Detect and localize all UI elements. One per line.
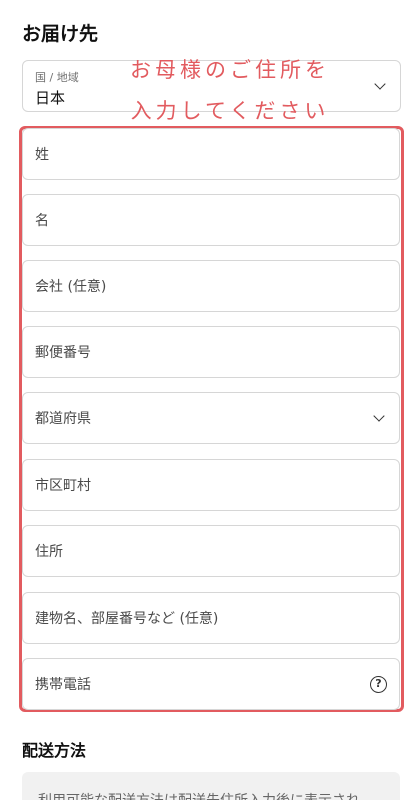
phone-placeholder: 携帯電話 [35,677,91,693]
company-placeholder: 会社 (任意) [35,279,107,295]
country-select[interactable]: 国 / 地域 日本 [22,60,401,112]
phone-field[interactable]: 携帯電話 ? [22,658,400,710]
building-field[interactable]: 建物名、部屋番号など (任意) [22,592,400,644]
prefecture-placeholder: 都道府県 [35,411,91,427]
last-name-field[interactable]: 姓 [22,128,400,180]
country-value: 日本 [35,89,66,107]
shipping-section-title: 配送方法 [22,741,87,760]
company-field[interactable]: 会社 (任意) [22,260,400,312]
first-name-field[interactable]: 名 [22,194,400,246]
address-field[interactable]: 住所 [22,525,400,577]
help-icon[interactable]: ? [370,676,387,693]
shipping-notice: 利用可能な配送方法は配送先住所入力後に表示され [22,772,400,800]
postal-code-field[interactable]: 郵便番号 [22,326,400,378]
last-name-placeholder: 姓 [35,147,49,163]
city-field[interactable]: 市区町村 [22,459,400,511]
chevron-down-icon [374,78,386,90]
postal-code-placeholder: 郵便番号 [35,345,91,361]
country-label: 国 / 地域 [35,71,79,84]
first-name-placeholder: 名 [35,213,49,229]
prefecture-select[interactable]: 都道府県 [22,392,400,444]
delivery-section-title: お届け先 [22,23,99,45]
city-placeholder: 市区町村 [35,478,91,494]
address-placeholder: 住所 [35,544,63,560]
shipping-notice-text: 利用可能な配送方法は配送先住所入力後に表示され [38,790,360,800]
chevron-down-icon [373,410,385,422]
building-placeholder: 建物名、部屋番号など (任意) [35,611,219,627]
